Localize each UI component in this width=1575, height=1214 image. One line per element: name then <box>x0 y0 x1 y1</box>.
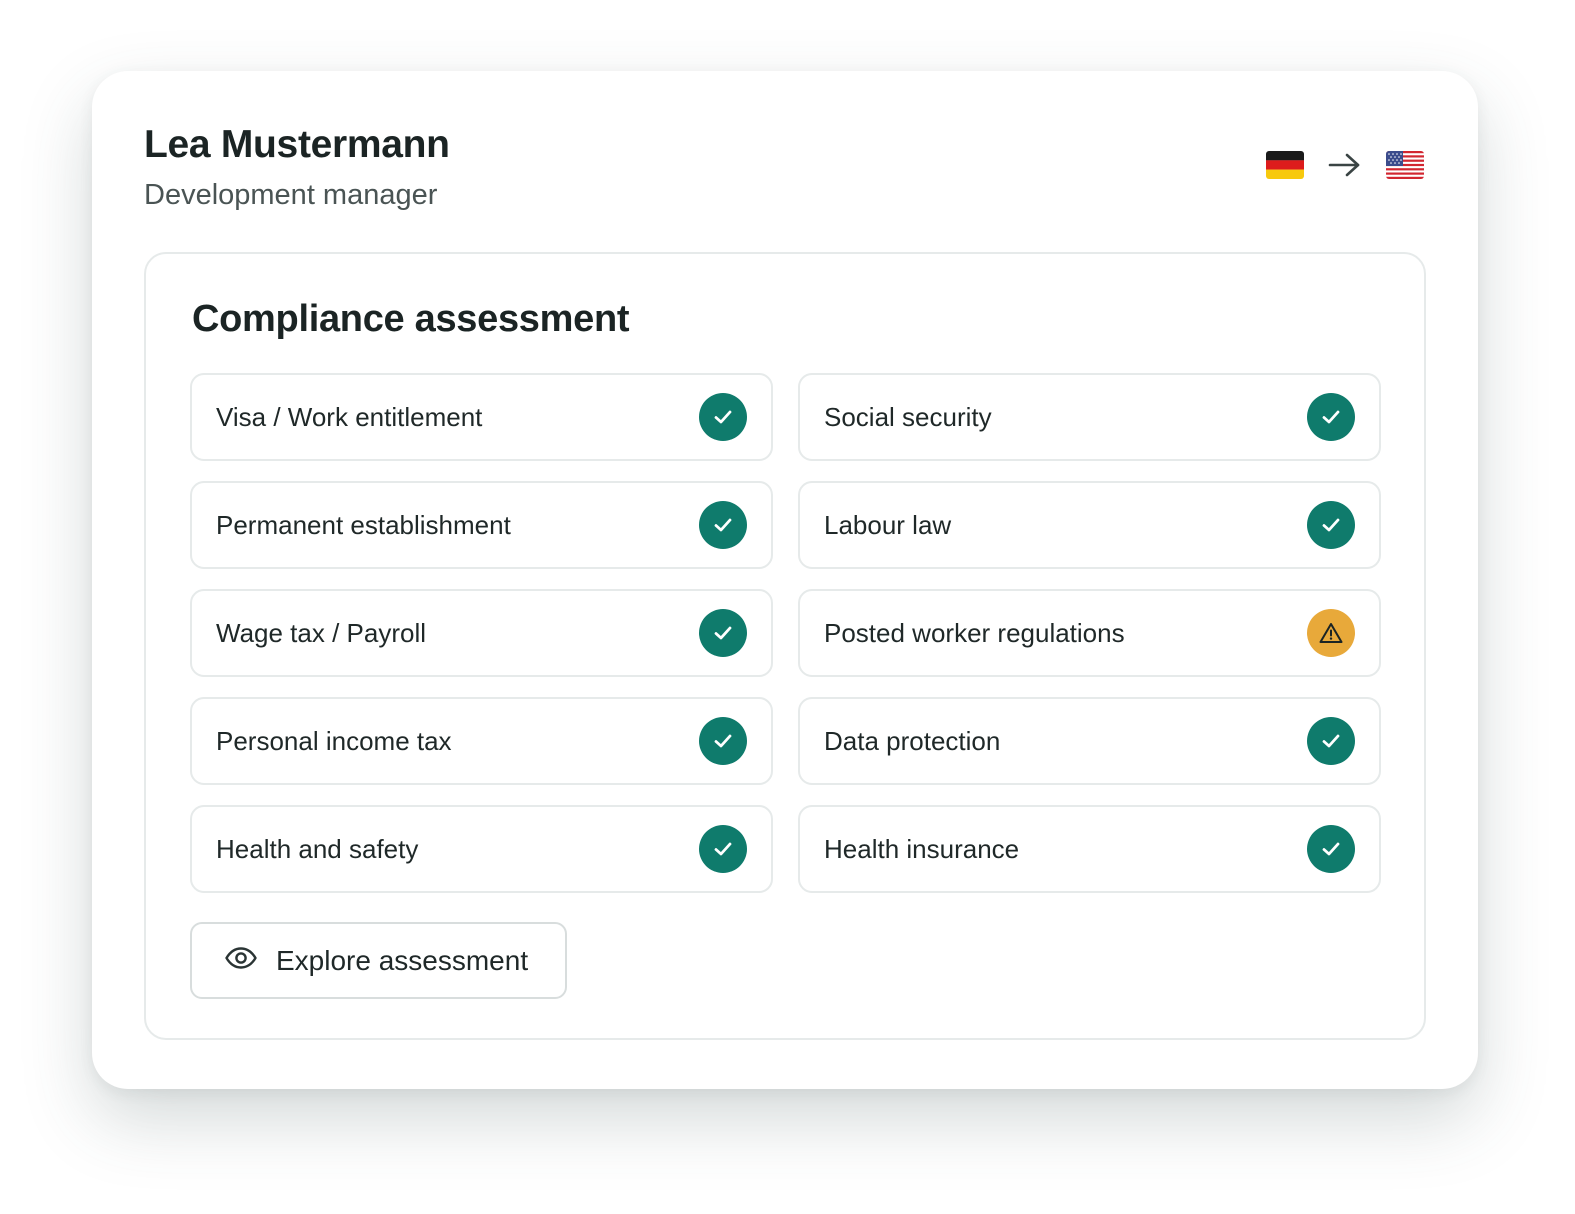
assessment-item-visa[interactable]: Visa / Work entitlement <box>190 373 773 461</box>
assessment-item-posted-worker[interactable]: Posted worker regulations <box>798 589 1381 677</box>
assessment-grid: Visa / Work entitlement Social security … <box>190 373 1381 893</box>
assessment-item-label: Visa / Work entitlement <box>216 401 483 432</box>
check-icon <box>1307 717 1355 765</box>
assessment-item-wage-tax[interactable]: Wage tax / Payroll <box>190 589 773 677</box>
assessment-item-labour-law[interactable]: Labour law <box>798 481 1381 569</box>
assessment-item-permanent-establishment[interactable]: Permanent establishment <box>190 481 773 569</box>
employee-role: Development manager <box>144 179 438 211</box>
assessment-item-label: Social security <box>824 401 992 432</box>
eye-icon <box>224 946 258 975</box>
assessment-item-label: Personal income tax <box>216 725 452 756</box>
check-icon <box>699 393 747 441</box>
assessment-item-label: Labour law <box>824 509 952 540</box>
assessment-item-label: Health insurance <box>824 833 1020 864</box>
germany-flag-icon <box>1266 151 1304 179</box>
check-icon <box>699 717 747 765</box>
employee-card: Lea Mustermann Development manager Compl… <box>92 71 1478 1089</box>
relocation-route <box>1266 151 1424 179</box>
employee-name: Lea Mustermann <box>144 123 450 166</box>
arrow-right-icon <box>1328 151 1362 179</box>
warning-icon <box>1307 609 1355 657</box>
check-icon <box>1307 501 1355 549</box>
check-icon <box>1307 825 1355 873</box>
explore-assessment-label: Explore assessment <box>276 944 529 976</box>
check-icon <box>699 825 747 873</box>
explore-assessment-button[interactable]: Explore assessment <box>190 922 567 999</box>
assessment-item-label: Permanent establishment <box>216 509 511 540</box>
assessment-item-label: Data protection <box>824 725 1001 756</box>
assessment-item-label: Wage tax / Payroll <box>216 617 427 648</box>
assessment-item-health-safety[interactable]: Health and safety <box>190 805 773 893</box>
assessment-item-personal-income-tax[interactable]: Personal income tax <box>190 697 773 785</box>
assessment-item-label: Health and safety <box>216 833 419 864</box>
panel-title: Compliance assessment <box>192 298 630 340</box>
page: Lea Mustermann Development manager Compl… <box>0 0 1575 1214</box>
assessment-item-data-protection[interactable]: Data protection <box>798 697 1381 785</box>
check-icon <box>699 609 747 657</box>
compliance-assessment-panel: Compliance assessment Visa / Work entitl… <box>144 252 1426 1040</box>
assessment-item-health-insurance[interactable]: Health insurance <box>798 805 1381 893</box>
usa-flag-icon <box>1386 151 1424 179</box>
check-icon <box>1307 393 1355 441</box>
check-icon <box>699 501 747 549</box>
assessment-item-label: Posted worker regulations <box>824 617 1125 648</box>
assessment-item-social-security[interactable]: Social security <box>798 373 1381 461</box>
